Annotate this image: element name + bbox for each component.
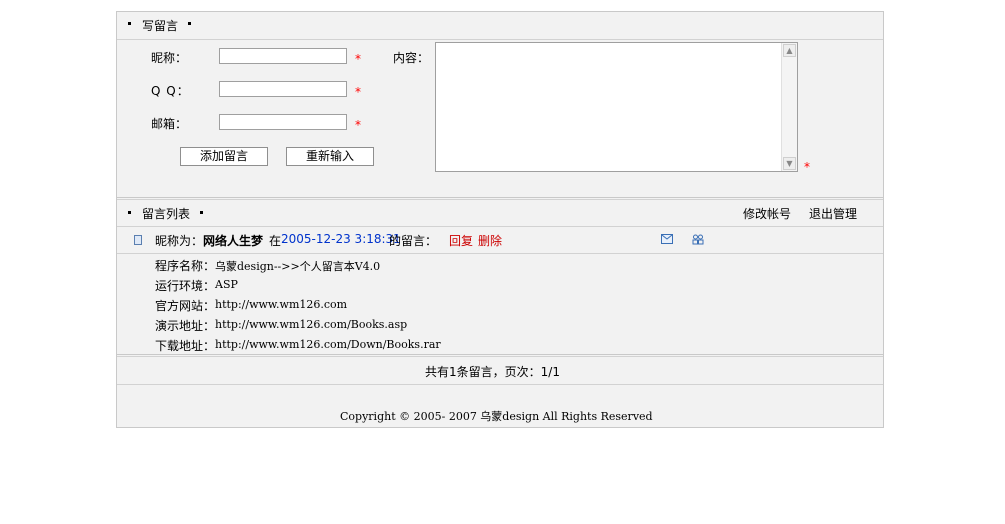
- demo-url-value: http://www.wm126.com/Books.asp: [215, 318, 408, 331]
- email-input[interactable]: [219, 114, 347, 130]
- official-site-label: 官方网站：: [155, 299, 216, 313]
- logout-link[interactable]: 退出管理: [809, 205, 857, 222]
- email-icon[interactable]: [661, 234, 673, 244]
- guestbook-panel: 写留言 昵称： * Q Q： * 邮箱： * 添加留言 重新输入 内容： ▲ ▼…: [116, 11, 884, 428]
- write-message-header: 写留言: [117, 12, 883, 40]
- nickname-required-mark: *: [355, 52, 361, 66]
- add-message-button[interactable]: 添加留言: [180, 147, 268, 166]
- content-required-mark: *: [804, 160, 810, 174]
- official-site-value: http://www.wm126.com: [215, 298, 348, 311]
- qq-input[interactable]: [219, 81, 347, 97]
- runtime-value: ASP: [215, 278, 238, 291]
- qq-icon[interactable]: [692, 234, 704, 245]
- content-textarea[interactable]: ▲ ▼: [435, 42, 798, 172]
- header-bullet: [128, 22, 131, 25]
- email-required-mark: *: [355, 118, 361, 132]
- header-bullet: [200, 211, 203, 214]
- document-icon: [134, 235, 142, 245]
- demo-url-label: 演示地址：: [155, 319, 216, 333]
- reply-link[interactable]: 回复: [449, 232, 473, 249]
- section-divider: [117, 197, 883, 198]
- textarea-scrollbar[interactable]: ▲ ▼: [781, 43, 797, 171]
- nickname-prefix: 昵称为：: [155, 234, 204, 248]
- scroll-up-icon[interactable]: ▲: [783, 44, 796, 57]
- message-list-title: 留言列表: [142, 207, 191, 221]
- message-suffix: 的留言：: [389, 234, 438, 248]
- download-url-label: 下载地址：: [155, 339, 216, 353]
- write-message-title: 写留言: [142, 19, 179, 33]
- message-timestamp: 2005-12-23 3:18:31: [281, 232, 401, 246]
- scroll-down-icon[interactable]: ▼: [783, 157, 796, 170]
- runtime-label: 运行环境：: [155, 279, 216, 293]
- pagination-top-divider: [117, 354, 883, 355]
- qq-label: Q Q：: [151, 84, 190, 98]
- copyright-text: Copyright © 2005- 2007 乌蒙design All Righ…: [340, 410, 653, 423]
- content-label: 内容：: [393, 51, 430, 65]
- message-at: 在: [269, 234, 282, 248]
- header-bullet: [188, 22, 191, 25]
- pagination-row: 共有1条留言，页次：1/1: [117, 356, 883, 385]
- qq-required-mark: *: [355, 85, 361, 99]
- delete-link[interactable]: 删除: [478, 232, 502, 249]
- program-name-value: 乌蒙design-->>个人留言本V4.0: [215, 260, 381, 273]
- edit-account-link[interactable]: 修改帐号: [743, 205, 791, 222]
- pagination-info: 共有1条留言，页次：1/1: [425, 365, 560, 379]
- reset-button[interactable]: 重新输入: [286, 147, 374, 166]
- message-title-row: 昵称为： 网络人生梦 在 2005-12-23 3:18:31 的留言： 回复 …: [117, 226, 883, 254]
- nickname-label: 昵称：: [151, 51, 188, 65]
- nickname-input[interactable]: [219, 48, 347, 64]
- message-author: 网络人生梦: [203, 234, 264, 248]
- program-name-label: 程序名称：: [155, 259, 216, 273]
- download-url-value: http://www.wm126.com/Down/Books.rar: [215, 338, 441, 351]
- header-bullet: [128, 211, 131, 214]
- email-label: 邮箱：: [151, 117, 188, 131]
- message-list-header: 留言列表 修改帐号 退出管理: [117, 199, 883, 227]
